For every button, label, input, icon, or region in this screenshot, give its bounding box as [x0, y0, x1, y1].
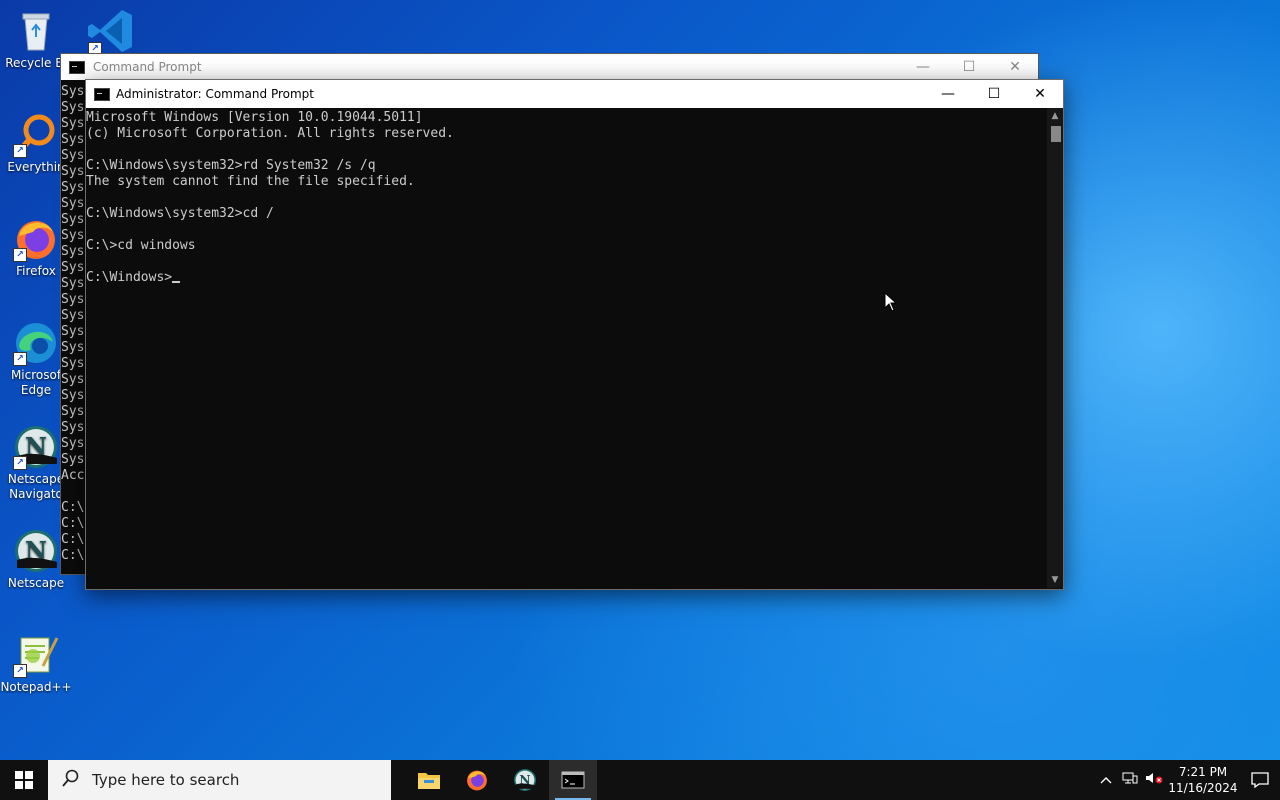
search-icon — [62, 769, 80, 792]
mouse-pointer-icon — [884, 291, 898, 316]
console-line: Sys — [61, 404, 85, 419]
console-line: C:\Windows\system32>rd System32 /s /q — [86, 158, 376, 173]
command-prompt-icon — [69, 60, 85, 74]
clock-date: 11/16/2024 — [1168, 781, 1238, 795]
console-line: Acc — [61, 468, 85, 483]
minimize-button[interactable]: — — [900, 54, 946, 80]
console-line: C:\Windows> — [86, 270, 1046, 286]
firefox-icon — [467, 770, 487, 791]
console-line: Sys — [61, 436, 85, 451]
console-line: Sys — [61, 84, 85, 99]
maximize-button[interactable]: ☐ — [971, 80, 1017, 108]
console-line: C:\ — [61, 532, 85, 547]
title-bar[interactable]: Administrator: Command Prompt — ☐ ✕ — [86, 80, 1063, 108]
desktop-icon-notepadpp[interactable]: ↗ Notepad++ — [0, 632, 72, 695]
taskbar-file-explorer[interactable] — [405, 760, 453, 800]
vertical-scrollbar[interactable]: ▲ ▼ — [1047, 108, 1063, 588]
console-line: C:\>cd windows — [86, 238, 196, 253]
windows-logo-icon — [15, 771, 33, 789]
command-prompt-icon — [561, 771, 585, 789]
console-line: C:\ — [61, 516, 85, 531]
scroll-down-icon[interactable]: ▼ — [1047, 572, 1063, 588]
console-line: Sys — [61, 148, 85, 163]
console-line: Sys — [61, 452, 85, 467]
console-line: Sys — [61, 100, 85, 115]
console-line: (c) Microsoft Corporation. All rights re… — [86, 126, 454, 141]
minimize-button[interactable]: — — [925, 80, 971, 108]
close-button[interactable]: ✕ — [1017, 80, 1063, 108]
system-tray: 7:21 PM 11/16/2024 — [1094, 760, 1280, 800]
chevron-up-icon[interactable] — [1094, 772, 1118, 788]
console-line: Sys — [61, 116, 85, 131]
scroll-up-icon[interactable]: ▲ — [1047, 108, 1063, 124]
search-placeholder: Type here to search — [92, 771, 240, 789]
console-line: Sys — [61, 164, 85, 179]
title-bar[interactable]: Command Prompt — ☐ ✕ — [61, 54, 1038, 80]
clock-time: 7:21 PM — [1178, 765, 1228, 779]
console-line: Sys — [61, 372, 85, 387]
vscode-icon[interactable]: ↗ — [86, 6, 136, 56]
file-explorer-icon — [418, 773, 440, 789]
everything-icon: ↗ — [13, 112, 59, 158]
console-line: Sys — [61, 388, 85, 403]
search-box[interactable]: Type here to search — [48, 760, 391, 800]
console-line: Sys — [61, 180, 85, 195]
taskbar-firefox[interactable] — [453, 760, 501, 800]
command-prompt-window[interactable]: Administrator: Command Prompt — ☐ ✕ Micr… — [85, 79, 1064, 590]
console-line: C:\ — [61, 548, 85, 563]
text-cursor — [172, 281, 181, 283]
console-line: Sys — [61, 132, 85, 147]
console-output: Sys Sys Sys Sys Sys Sys Sys Sys Sys Sys Sys Sys Sys S… — [61, 84, 84, 564]
console-line: The system cannot find the file specifie… — [86, 174, 415, 189]
edge-icon: ↗ — [13, 320, 59, 366]
taskbar-netscape[interactable]: N — [501, 760, 549, 800]
maximize-button[interactable]: ☐ — [946, 54, 992, 80]
command-prompt-icon — [94, 87, 110, 101]
desktop-icon-label: Netscape — [7, 576, 65, 590]
window-title: Command Prompt — [93, 60, 202, 74]
start-button[interactable] — [0, 760, 48, 800]
console-line: C:\ — [61, 500, 85, 515]
console-output[interactable]: Microsoft Windows [Version 10.0.19044.50… — [86, 110, 1046, 588]
notification-center-icon[interactable] — [1240, 772, 1280, 788]
console-line: Sys — [61, 340, 85, 355]
console-line: Microsoft Windows [Version 10.0.19044.50… — [86, 110, 423, 125]
close-button[interactable]: ✕ — [992, 54, 1038, 80]
console-line: Sys — [61, 308, 85, 323]
scroll-thumb[interactable] — [1051, 126, 1061, 142]
console-line: C:\Windows\system32>cd / — [86, 206, 274, 221]
netscape-icon: N ↗ — [13, 424, 59, 470]
window-title: Administrator: Command Prompt — [116, 87, 314, 101]
console-line: Sys — [61, 276, 85, 291]
firefox-icon: ↗ — [13, 216, 59, 262]
desktop-icon-label: Notepad++ — [0, 680, 72, 694]
volume-muted-icon[interactable] — [1142, 771, 1166, 789]
console-line: Sys — [61, 244, 85, 259]
network-icon[interactable] — [1118, 771, 1142, 789]
taskbar-command-prompt[interactable] — [549, 760, 597, 800]
console-line: Sys — [61, 196, 85, 211]
console-line: Sys — [61, 420, 85, 435]
taskbar: Type here to search N 7:21 PM 11/16/2024 — [0, 760, 1280, 800]
notepadpp-icon: ↗ — [13, 632, 59, 678]
clock[interactable]: 7:21 PM 11/16/2024 — [1166, 764, 1240, 796]
console-line: Sys — [61, 292, 85, 307]
console-line: Sys — [61, 324, 85, 339]
recycle-bin-icon — [13, 8, 59, 54]
netscape-icon: N — [13, 528, 59, 574]
console-line: Sys — [61, 260, 85, 275]
console-line: Sys — [61, 356, 85, 371]
console-line: Sys — [61, 212, 85, 227]
console-line: Sys — [61, 228, 85, 243]
netscape-icon: N — [514, 769, 536, 791]
